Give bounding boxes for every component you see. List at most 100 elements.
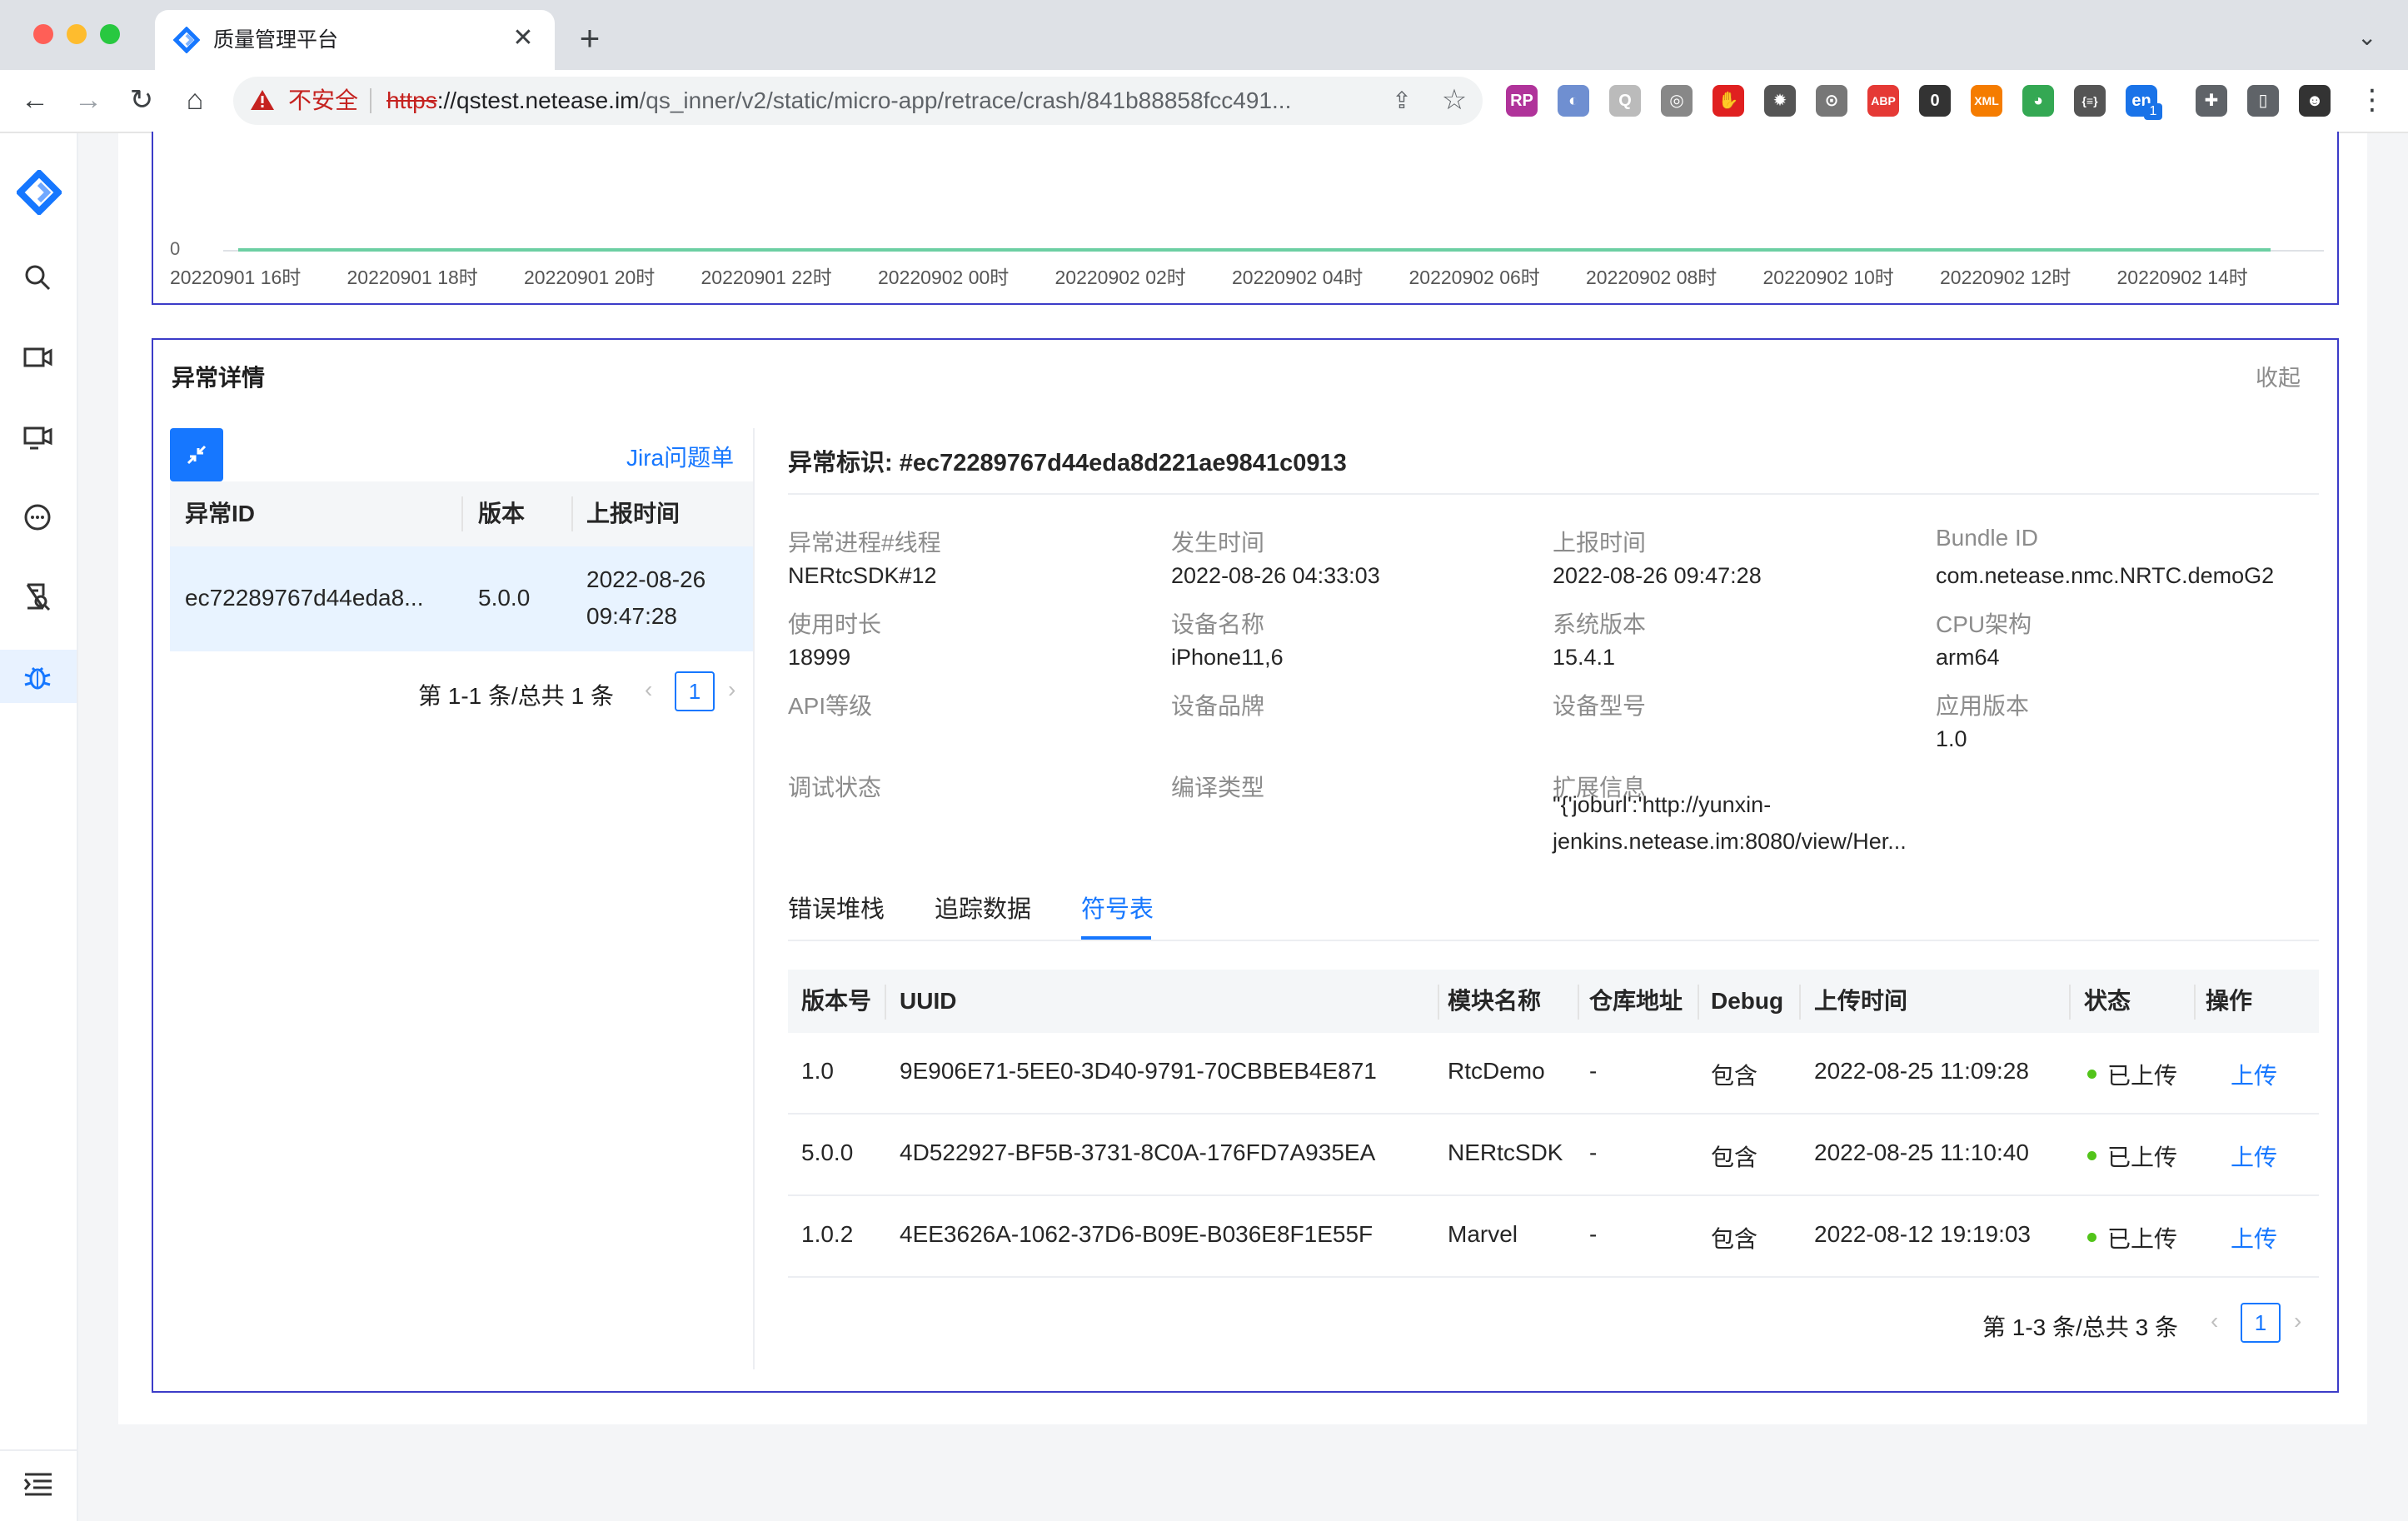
browser-menu-icon[interactable]: ⋮ [2352, 80, 2392, 120]
url-text[interactable]: https://qstest.netease.im/qs_inner/v2/st… [386, 87, 1291, 115]
list-next-page-icon[interactable]: › [728, 676, 735, 703]
version-cell: 5.0.0 [801, 1140, 854, 1165]
exception-detail-card: 异常详情 收起 Jira问题单 异常ID 版本 上报时间 ec72289767d… [152, 338, 2339, 1393]
circle-extension-icon[interactable]: ◎ [1661, 85, 1693, 117]
gear-extension-icon[interactable]: ✹ [1764, 85, 1796, 117]
time-cell: 2022-08-25 11:10:40 [1814, 1140, 2029, 1165]
status-dot-icon [2087, 1151, 2096, 1160]
upload-link[interactable]: 上传 [2231, 1058, 2277, 1091]
chat-bubble-icon [24, 504, 51, 531]
jira-issue-link[interactable]: Jira问题单 [626, 440, 734, 473]
dots-extension-icon[interactable]: ⊙ [1816, 85, 1847, 117]
sidebar-item-chat[interactable] [0, 490, 77, 543]
field-5-label: 设备名称 [1171, 611, 1265, 637]
not-secure-label[interactable]: 不安全 [288, 87, 358, 115]
tab-trace-data[interactable]: 追踪数据 [935, 890, 1031, 925]
symbol-next-page-icon[interactable]: › [2294, 1308, 2301, 1334]
stop-extension-icon[interactable]: ✋ [1713, 85, 1744, 117]
upload-link[interactable]: 上传 [2231, 1140, 2277, 1173]
forward-arrow-icon[interactable]: → [68, 80, 108, 120]
field-3-label: Bundle ID [1936, 525, 2038, 551]
section-title: 异常详情 [172, 365, 266, 391]
sidepanel-extension-icon[interactable]: ▯ [2247, 85, 2279, 117]
puzzle-extension-icon[interactable]: ✚ [2196, 85, 2227, 117]
symbol-page-1-button[interactable]: 1 [2241, 1303, 2281, 1343]
reload-icon[interactable]: ↻ [122, 80, 162, 120]
chrome-extension-icon[interactable]: ◕ [2022, 85, 2054, 117]
tab-search-chevron-icon[interactable]: ⌄ [2357, 23, 2376, 51]
module-cell: RtcDemo [1448, 1058, 1545, 1084]
column-header-exception-id[interactable]: 异常ID [185, 481, 255, 546]
symbol-column-header-6[interactable]: 状态 [2084, 970, 2131, 1033]
browser-tab-strip: 质量管理平台 ✕ + ⌄ [0, 0, 2408, 70]
report-date-cell: 2022-08-26 [586, 566, 706, 592]
zero-extension-icon[interactable]: 0 [1919, 85, 1951, 117]
field-9-label: 设备品牌 [1171, 693, 1265, 719]
tab-symbol-table[interactable]: 符号表 [1081, 890, 1154, 925]
header-separator [1438, 985, 1439, 1020]
chart-x-tick-label: 20220901 20时 [524, 267, 656, 288]
warning-triangle-icon[interactable] [250, 88, 275, 112]
profile-avatar-icon[interactable]: ☻ [2299, 85, 2331, 117]
sidebar-item-crash[interactable] [0, 650, 77, 703]
abp-extension-icon[interactable]: ABP [1867, 85, 1899, 117]
field-3-value: com.netease.nmc.NRTC.demoG2 [1936, 563, 2275, 588]
symbol-prev-page-icon[interactable]: ‹ [2211, 1308, 2218, 1334]
symbol-column-header-3[interactable]: 仓库地址 [1589, 970, 1683, 1033]
window-close-button[interactable] [33, 24, 53, 44]
browser-tab-active[interactable]: 质量管理平台 ✕ [155, 10, 555, 70]
q-extension-icon[interactable]: Q [1609, 85, 1641, 117]
uuid-cell: 4EE3626A-1062-37D6-B09E-B036E8F1E55F [900, 1221, 1374, 1247]
symbol-column-header-2[interactable]: 模块名称 [1448, 970, 1541, 1033]
field-4-value: 18999 [788, 645, 851, 670]
share-icon[interactable]: ⇪ [1388, 87, 1416, 115]
field-0-label: 异常进程#线程 [788, 530, 941, 556]
feather-extension-icon[interactable]: ◐ [1558, 85, 1589, 117]
table-row[interactable]: ec72289767d44eda8... 5.0.0 2022-08-26 09… [170, 546, 753, 651]
sidebar-item-search[interactable] [0, 250, 77, 303]
back-arrow-icon[interactable]: ← [15, 80, 55, 120]
sidebar-item-report[interactable] [0, 570, 77, 623]
upload-link[interactable]: 上传 [2231, 1221, 2277, 1254]
symbol-column-header-7[interactable]: 操作 [2206, 970, 2252, 1033]
list-prev-page-icon[interactable]: ‹ [645, 676, 652, 703]
video-camera-icon [23, 347, 52, 367]
address-separator [370, 88, 371, 113]
new-tab-button[interactable]: + [570, 20, 610, 60]
chart-x-tick-label: 20220901 16时 [170, 267, 302, 288]
xml-extension-icon[interactable]: XML [1971, 85, 2002, 117]
window-minimize-button[interactable] [67, 24, 87, 44]
menu-collapse-icon[interactable] [23, 1469, 53, 1499]
debug-cell: 包含 [1711, 1063, 1758, 1089]
module-cell: Marvel [1448, 1221, 1518, 1247]
list-page-1-button[interactable]: 1 [675, 671, 715, 711]
tab-error-stack[interactable]: 错误堆栈 [788, 890, 885, 925]
sidebar-item-device[interactable] [0, 410, 77, 463]
exception-list-header: 异常ID 版本 上报时间 [170, 481, 753, 546]
status-dot-icon [2087, 1233, 2096, 1242]
address-bar[interactable]: 不安全 https://qstest.netease.im/qs_inner/v… [233, 77, 1483, 125]
shrink-button[interactable] [170, 428, 223, 481]
window-zoom-button[interactable] [100, 24, 120, 44]
collapse-link[interactable]: 收起 [2256, 360, 2301, 392]
symbol-column-header-4[interactable]: Debug [1711, 970, 1783, 1033]
field-8-label: API等级 [788, 693, 873, 719]
bookmark-star-icon[interactable]: ☆ [1438, 83, 1471, 117]
json-extension-icon[interactable]: {≡} [2074, 85, 2106, 117]
column-header-version[interactable]: 版本 [478, 481, 525, 546]
home-icon[interactable]: ⌂ [175, 80, 215, 120]
sidebar-item-video[interactable] [0, 330, 77, 383]
symbol-column-header-5[interactable]: 上传时间 [1814, 970, 1907, 1033]
symbol-column-header-1[interactable]: UUID [900, 970, 956, 1033]
field-0-value: NERtcSDK#12 [788, 563, 937, 588]
header-separator [1698, 985, 1699, 1020]
column-header-report-time[interactable]: 上报时间 [586, 481, 680, 546]
rp-extension-icon[interactable]: RP [1506, 85, 1538, 117]
field-5-value: iPhone11,6 [1171, 645, 1284, 670]
field-11-value: 1.0 [1936, 726, 1967, 751]
symbol-column-header-0[interactable]: 版本号 [801, 970, 871, 1033]
tab-close-icon[interactable]: ✕ [508, 23, 538, 53]
brand-logo[interactable] [0, 153, 77, 230]
field-12-label: 调试状态 [788, 775, 882, 800]
repo-cell: - [1589, 1221, 1598, 1247]
